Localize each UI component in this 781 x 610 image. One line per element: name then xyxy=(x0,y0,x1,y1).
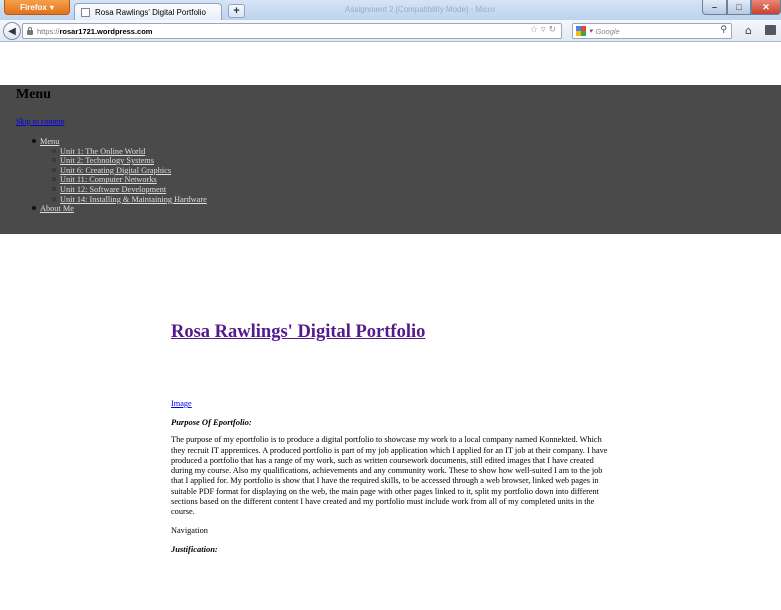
nav-link-unit-6[interactable]: Unit 6: Creating Digital Graphics xyxy=(60,166,171,175)
url-actions: ☆ ▿ ↻ xyxy=(530,25,556,35)
main-content: Image Purpose Of Eportfolio: The purpose… xyxy=(171,399,611,562)
circle-bullet-icon xyxy=(52,148,56,153)
submenu-item: Unit 11: Computer Networks xyxy=(52,175,207,185)
maximize-button[interactable]: □ xyxy=(727,0,751,15)
back-arrow-icon: ◀ xyxy=(8,25,16,37)
tab-active[interactable]: Rosa Rawlings' Digital Portfolio xyxy=(74,3,222,20)
firefox-menu-label: Firefox xyxy=(20,2,47,12)
purpose-heading: Purpose Of Eportfolio: xyxy=(171,417,252,428)
search-engine-dropdown-icon[interactable]: ▾ xyxy=(589,27,593,35)
submenu-item: Unit 1: The Online World xyxy=(52,147,207,157)
page-favicon-icon xyxy=(81,7,90,17)
nav-link-unit-11[interactable]: Unit 11: Computer Networks xyxy=(60,175,157,184)
navigation-toolbar: ◀ https://rosar1721.wordpress.com ☆ ▿ ↻ … xyxy=(0,20,781,42)
search-icon[interactable]: ⚲ xyxy=(720,25,727,35)
search-placeholder: Google xyxy=(595,26,620,36)
window-titlebar: Firefox ▾ Rosa Rawlings' Digital Portfol… xyxy=(0,0,781,20)
nav-link-about-me[interactable]: About Me xyxy=(40,204,74,213)
nav-link-unit-14[interactable]: Unit 14: Installing & Maintaining Hardwa… xyxy=(60,195,207,204)
google-icon[interactable] xyxy=(576,26,586,36)
bookmarks-icon[interactable] xyxy=(765,25,776,35)
purpose-paragraph: The purpose of my eportfolio is to produ… xyxy=(171,435,608,517)
close-window-button[interactable]: ✕ xyxy=(751,0,781,15)
tab-title: Rosa Rawlings' Digital Portfolio xyxy=(95,7,206,17)
minimize-icon: – xyxy=(711,2,717,12)
url-host: rosar1721.wordpress.com xyxy=(59,26,153,36)
chevron-down-icon: ▾ xyxy=(49,2,54,12)
maximize-icon: □ xyxy=(736,2,742,12)
navigation-label: Navigation xyxy=(171,525,208,535)
image-link[interactable]: Image xyxy=(171,399,611,409)
back-button[interactable]: ◀ xyxy=(3,22,21,40)
home-icon[interactable]: ⌂ xyxy=(745,24,752,37)
nav-item-about: About Me xyxy=(32,204,207,214)
window-title: Assignment 2 [Compatibility Mode] - Micr… xyxy=(345,5,495,14)
url-protocol: https:// xyxy=(37,26,60,36)
site-title-link[interactable]: Rosa Rawlings' Digital Portfolio xyxy=(171,322,425,343)
submenu-item: Unit 14: Installing & Maintaining Hardwa… xyxy=(52,195,207,205)
reload-icon[interactable]: ↻ xyxy=(548,25,556,35)
firefox-menu-button[interactable]: Firefox ▾ xyxy=(4,0,70,15)
nav-link-unit-2[interactable]: Unit 2: Technology Systems xyxy=(60,156,154,165)
new-tab-button[interactable]: + xyxy=(228,4,245,18)
primary-nav: Menu Unit 1: The Online World Unit 2: Te… xyxy=(32,137,207,214)
nav-link-unit-1[interactable]: Unit 1: The Online World xyxy=(60,147,145,156)
skip-to-content-link[interactable]: Skip to content xyxy=(16,117,64,126)
bullet-icon xyxy=(32,206,36,211)
bullet-icon xyxy=(32,139,36,143)
circle-bullet-icon xyxy=(52,158,56,163)
nav-link-menu[interactable]: Menu xyxy=(40,137,59,146)
address-bar[interactable]: https://rosar1721.wordpress.com ☆ ▿ ↻ xyxy=(22,23,562,39)
submenu-item: Unit 6: Creating Digital Graphics xyxy=(52,166,207,176)
circle-bullet-icon xyxy=(52,167,56,172)
close-icon: ✕ xyxy=(762,1,770,12)
menu-heading: Menu xyxy=(16,87,51,102)
nav-item-menu: Menu Unit 1: The Online World Unit 2: Te… xyxy=(32,137,207,204)
history-dropdown-icon[interactable]: ▿ xyxy=(541,25,546,35)
justification-heading: Justification: xyxy=(171,543,218,554)
site-header: Menu Skip to content Menu Unit 1: The On… xyxy=(0,85,781,234)
submenu-item: Unit 2: Technology Systems xyxy=(52,156,207,166)
circle-bullet-icon xyxy=(52,186,56,191)
minimize-button[interactable]: – xyxy=(702,0,727,15)
circle-bullet-icon xyxy=(52,196,56,201)
nav-link-unit-12[interactable]: Unit 12: Software Development xyxy=(60,185,166,194)
submenu: Unit 1: The Online World Unit 2: Technol… xyxy=(32,147,207,205)
lock-icon xyxy=(27,26,33,35)
search-box[interactable]: ▾ Google ⚲ xyxy=(572,23,732,39)
circle-bullet-icon xyxy=(52,177,56,182)
submenu-item: Unit 12: Software Development xyxy=(52,185,207,195)
url-text: https://rosar1721.wordpress.com xyxy=(37,27,152,36)
bookmark-star-icon[interactable]: ☆ xyxy=(530,25,538,35)
